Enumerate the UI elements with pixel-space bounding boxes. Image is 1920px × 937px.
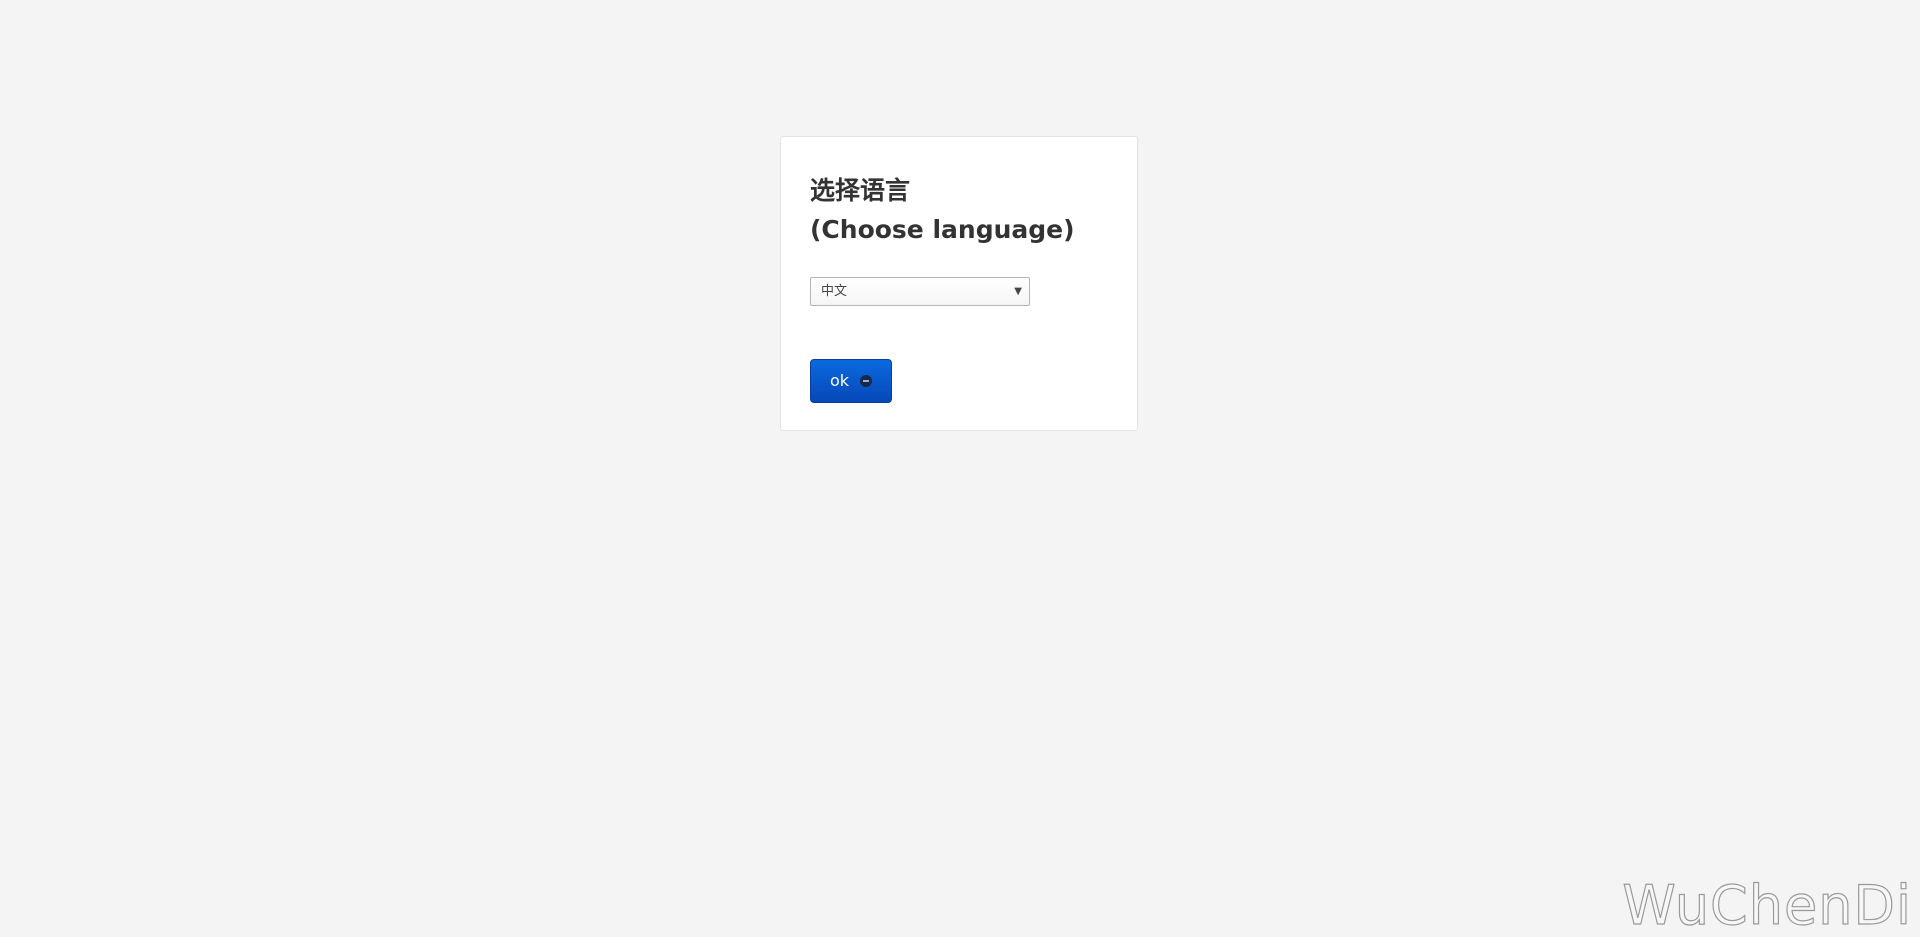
watermark: WuChenDi [1622, 874, 1912, 937]
title-chinese: 选择语言 [810, 176, 911, 205]
page: 选择语言 (Choose language) 中文 ▼ ok WuChenDi [0, 0, 1920, 937]
language-dialog: 选择语言 (Choose language) 中文 ▼ ok [780, 136, 1138, 431]
chevron-down-icon: ▼ [1014, 286, 1022, 297]
language-select[interactable]: 中文 ▼ [810, 277, 1030, 306]
language-select-value: 中文 [821, 284, 848, 299]
title-english: (Choose language) [810, 215, 1075, 244]
dialog-title: 选择语言 (Choose language) [810, 171, 1075, 249]
circle-arrow-icon [860, 375, 872, 387]
ok-button[interactable]: ok [810, 359, 892, 403]
ok-button-label: ok [830, 371, 850, 390]
